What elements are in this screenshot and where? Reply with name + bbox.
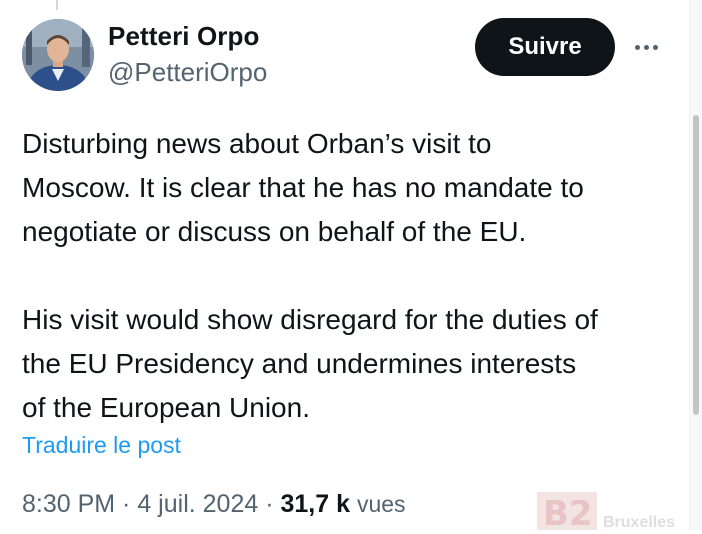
views-count: 31,7 k [280, 490, 350, 518]
watermark-word: Bruxelles [603, 514, 676, 531]
tweet-metadata: 8:30 PM · 4 juil. 2024 · 31,7 k vues [22, 490, 406, 519]
author-name[interactable]: Petteri Orpo [108, 21, 259, 52]
tweet-text: Disturbing news about Orban’s visit to M… [22, 122, 682, 430]
more-horizontal-icon-dot [652, 44, 658, 50]
avatar-photo [22, 19, 94, 91]
tweet-paragraph: Disturbing news about Orban’s visit to M… [22, 128, 584, 247]
meta-separator: · [258, 490, 281, 518]
more-horizontal-icon [634, 44, 640, 50]
post-date[interactable]: 4 juil. 2024 [137, 490, 258, 518]
translate-post-link[interactable]: Traduire le post [22, 432, 181, 459]
watermark-letter: B2 [543, 494, 593, 534]
avatar[interactable] [22, 19, 94, 91]
post-time[interactable]: 8:30 PM [22, 490, 115, 518]
author-handle[interactable]: @PetteriOrpo [108, 57, 267, 88]
follow-button[interactable]: Suivre [475, 18, 615, 76]
views-label: vues [356, 491, 406, 517]
watermark-logo: B2 Bruxelles [537, 492, 697, 534]
tweet-paragraph: His visit would show disregard for the d… [22, 304, 598, 423]
thread-connector-line [56, 0, 58, 10]
scrollbar-thumb[interactable] [693, 115, 699, 415]
more-options-button[interactable] [630, 34, 662, 60]
more-horizontal-icon-dot [643, 44, 649, 50]
meta-separator: · [115, 490, 138, 518]
